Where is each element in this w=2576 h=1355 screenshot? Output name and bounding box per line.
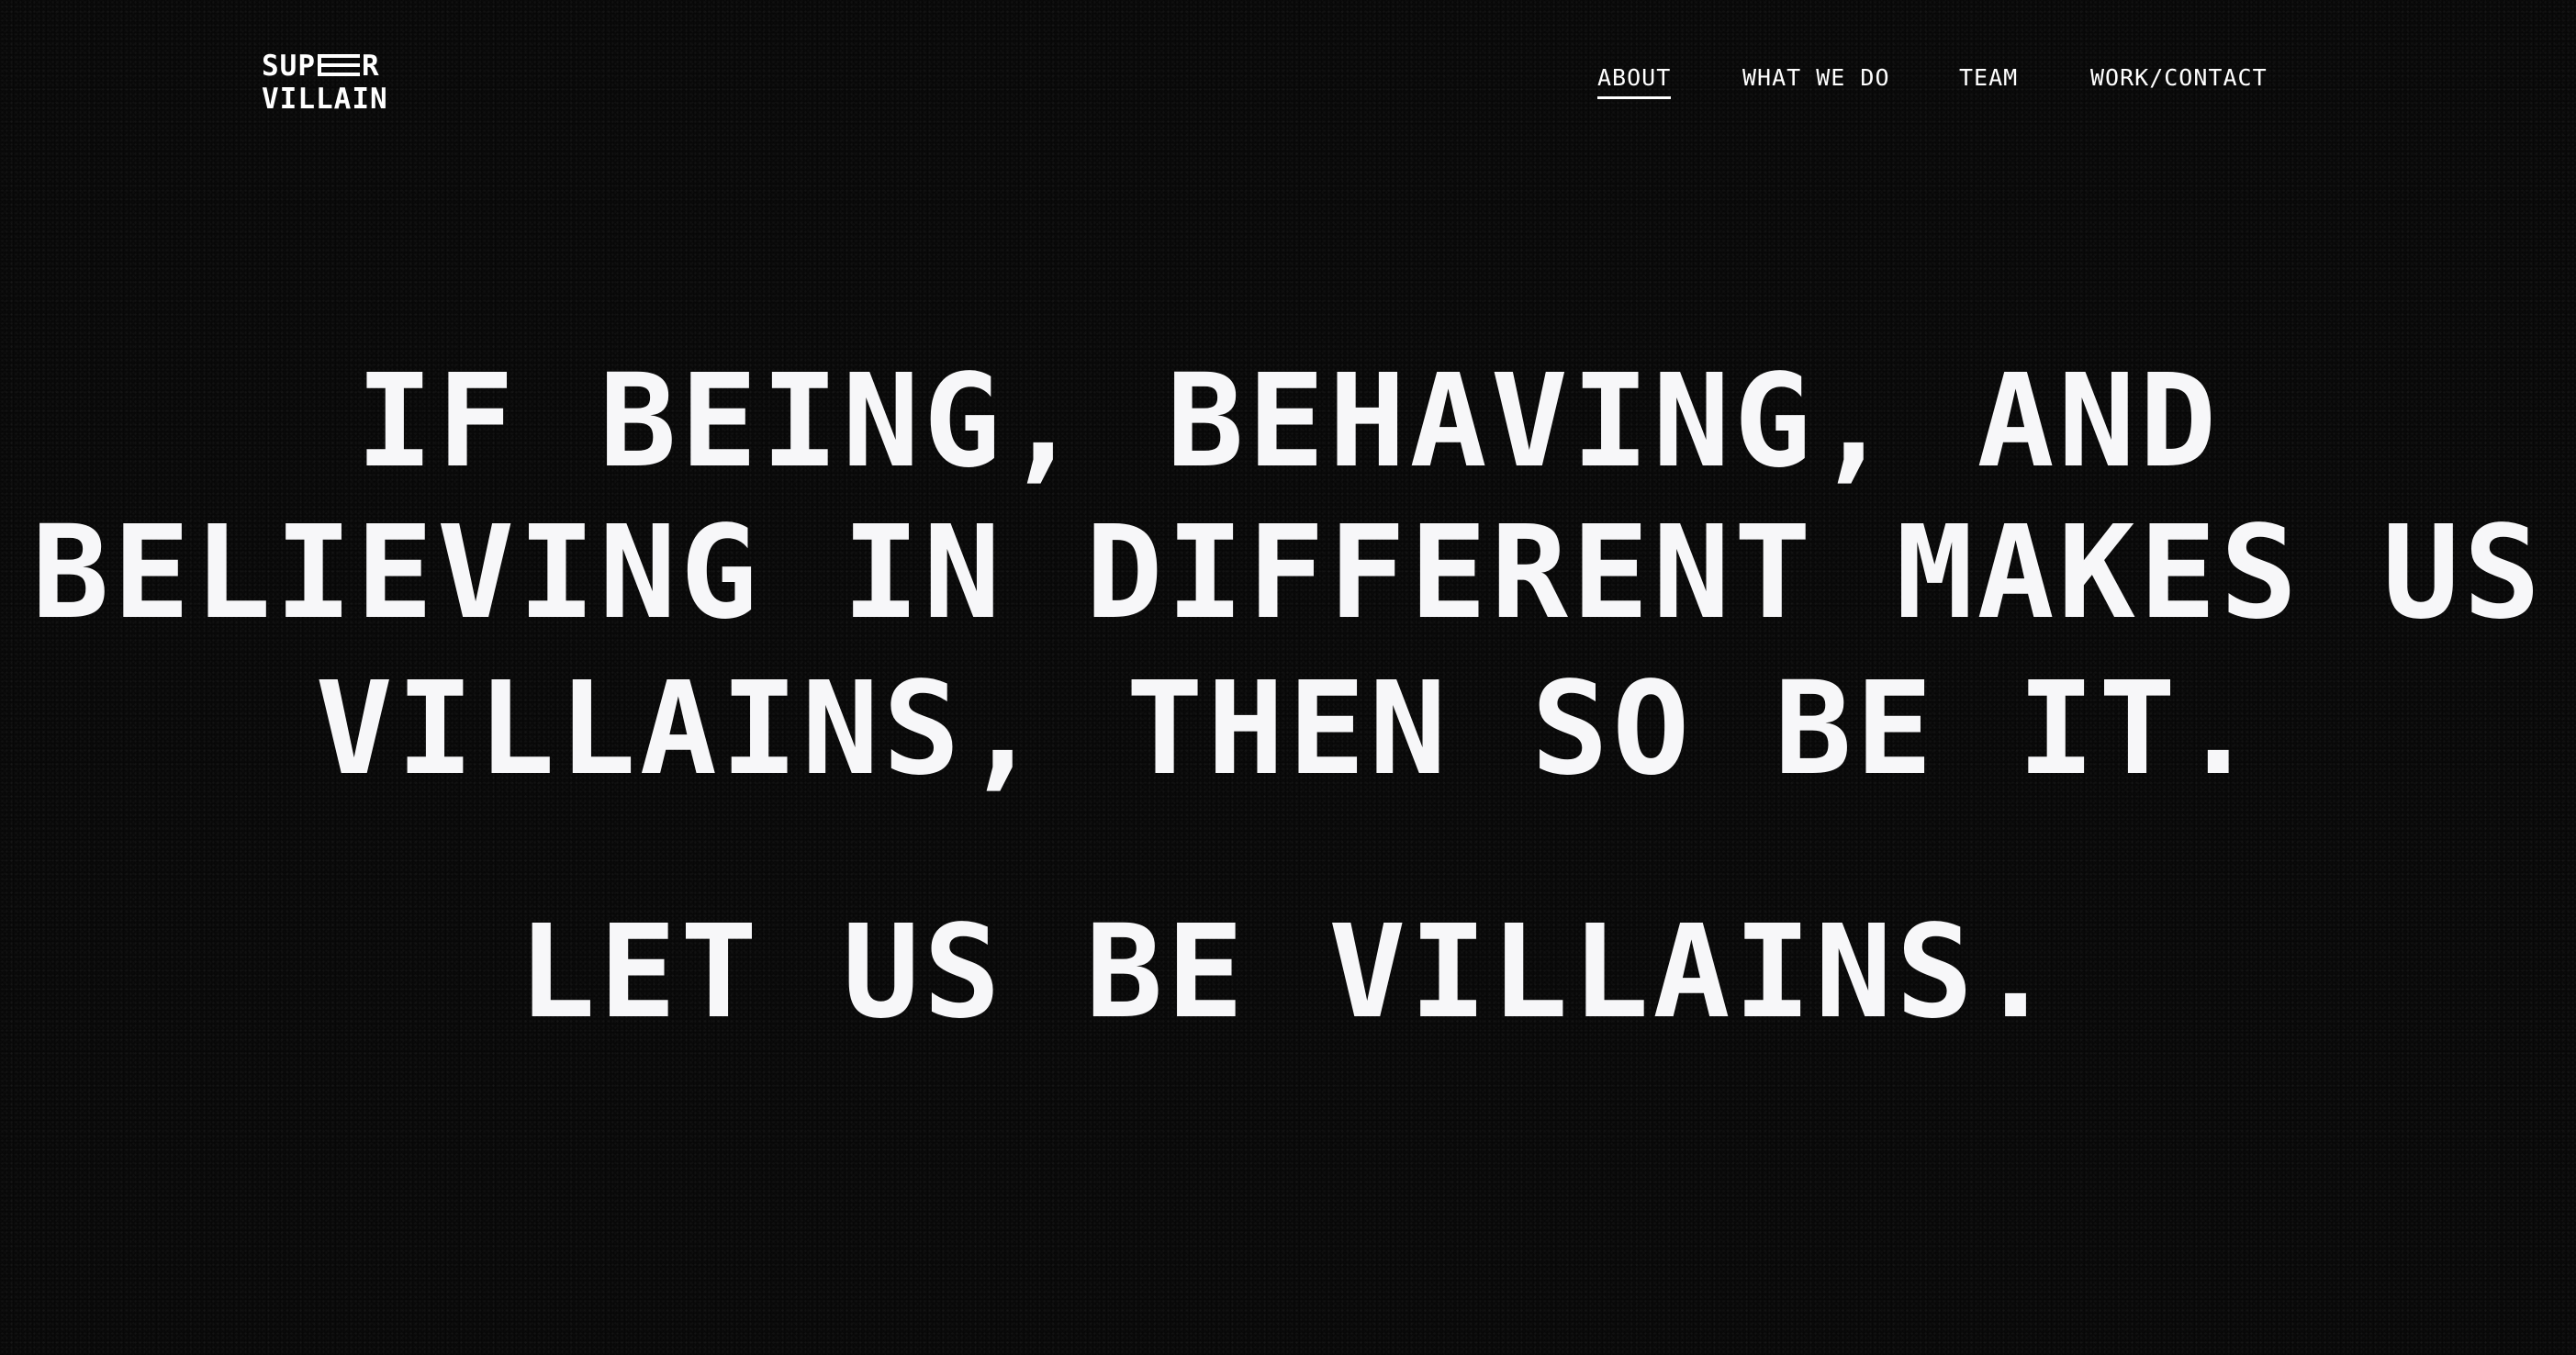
nav-work-contact[interactable]: WORK/CONTACT — [2090, 64, 2268, 91]
logo-text-sup: SUP — [262, 50, 316, 83]
nav-team[interactable]: TEAM — [1959, 64, 2018, 91]
nav-what-we-do[interactable]: WHAT WE DO — [1742, 64, 1890, 91]
super-villain-logo[interactable]: SUP R VILLAIN — [262, 50, 388, 116]
manifesto-line-2: BELIEVING IN DIFFERENT MAKES US — [31, 498, 2545, 648]
logo-text-r: R — [362, 50, 380, 83]
nav-about[interactable]: ABOUT — [1597, 64, 1672, 99]
manifesto-line-1: IF BEING, BEHAVING, AND — [355, 347, 2221, 497]
logo-stylized-e — [318, 54, 360, 76]
logo-line-1: SUP R — [262, 50, 379, 83]
manifesto-tagline: LET US BE VILLAINS. — [518, 898, 2058, 1047]
logo-line-2: VILLAIN — [262, 83, 388, 116]
manifesto-line-3: VILLAINS, THEN SO BE IT. — [315, 655, 2261, 804]
